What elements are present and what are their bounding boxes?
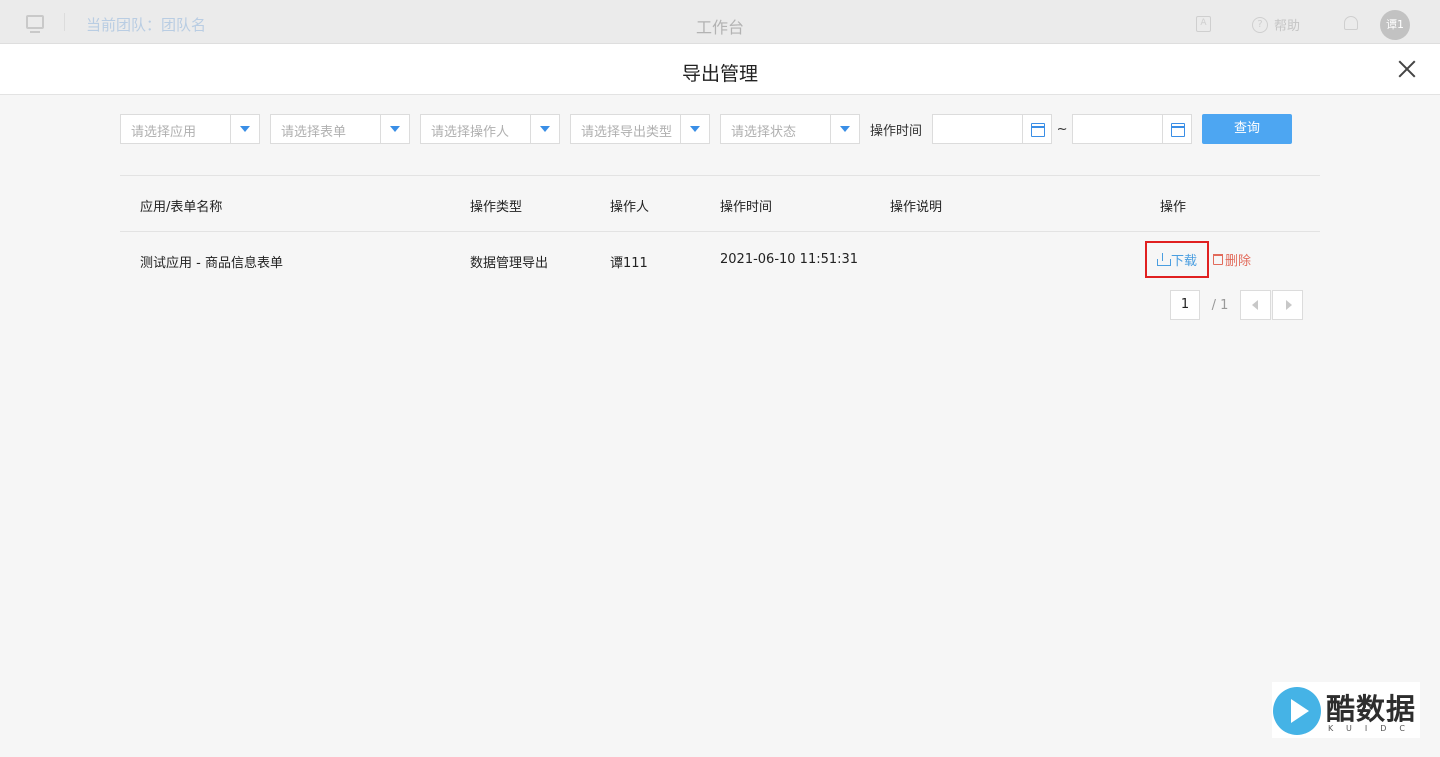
chevron-down-icon[interactable]	[230, 115, 259, 143]
watermark-sub: KUIDC	[1328, 724, 1418, 733]
operator-select-placeholder: 请选择操作人	[431, 125, 510, 140]
row-actions: 下载 删除	[1145, 241, 1251, 278]
page-input[interactable]: 1	[1170, 290, 1200, 320]
chevron-down-icon[interactable]	[530, 115, 559, 143]
next-page-button[interactable]	[1272, 290, 1303, 320]
chevron-down-icon[interactable]	[830, 115, 859, 143]
help-label: 帮助	[1274, 19, 1301, 34]
status-select-placeholder: 请选择状态	[731, 125, 797, 140]
header-name: 应用/表单名称	[140, 200, 223, 215]
modal-header: 导出管理	[0, 44, 1440, 95]
pagination: 1 / 1	[1170, 290, 1303, 320]
table-header: 应用/表单名称 操作类型 操作人 操作时间 操作说明 操作	[120, 176, 1320, 232]
filter-bar: 请选择应用 请选择表单 请选择操作人 请选择导出类型 请选择状态 操作时间 ~ …	[120, 114, 1293, 144]
brand-watermark: 酷数据 KUIDC	[1272, 682, 1420, 738]
calendar-icon[interactable]	[1022, 115, 1051, 143]
help-link[interactable]: ? 帮助	[1252, 15, 1300, 34]
export-type-select-placeholder: 请选择导出类型	[581, 125, 673, 140]
range-separator: ~	[1056, 121, 1068, 137]
app-select[interactable]: 请选择应用	[120, 114, 260, 144]
trash-icon	[1213, 254, 1223, 265]
workbench-title: 工作台	[695, 18, 744, 37]
page-total: / 1	[1211, 297, 1229, 313]
chevron-down-icon[interactable]	[680, 115, 709, 143]
document-icon[interactable]: A	[1196, 16, 1211, 32]
header-type: 操作类型	[470, 200, 523, 215]
header-operator: 操作人	[610, 200, 650, 215]
header-note: 操作说明	[890, 200, 943, 215]
export-table: 应用/表单名称 操作类型 操作人 操作时间 操作说明 操作 测试应用 - 商品信…	[120, 175, 1320, 288]
start-date-input[interactable]	[932, 114, 1053, 144]
close-icon[interactable]	[1396, 58, 1418, 80]
cell-operator: 谭111	[610, 256, 648, 271]
avatar[interactable]: 谭1	[1380, 10, 1410, 40]
question-icon: ?	[1252, 16, 1268, 33]
top-app-bar: 当前团队：团队名 工作台 A ? 帮助 谭1	[0, 0, 1440, 44]
download-button[interactable]: 下载	[1145, 241, 1209, 278]
calendar-icon[interactable]	[1162, 115, 1191, 143]
delete-label: 删除	[1225, 254, 1252, 269]
header-time: 操作时间	[720, 200, 773, 215]
form-select-placeholder: 请选择表单	[281, 125, 347, 140]
query-button[interactable]: 查询	[1202, 114, 1293, 144]
delete-button[interactable]: 删除	[1213, 250, 1251, 269]
modal-title: 导出管理	[681, 63, 758, 85]
table-row: 测试应用 - 商品信息表单 数据管理导出 谭111 2021-06-10 11:…	[120, 232, 1320, 288]
form-select[interactable]: 请选择表单	[270, 114, 410, 144]
bell-icon[interactable]	[1344, 16, 1358, 30]
chevron-down-icon[interactable]	[380, 115, 409, 143]
watermark-brand: 酷数据	[1326, 692, 1417, 726]
cell-type: 数据管理导出	[470, 256, 549, 271]
cell-time: 2021-06-10 11:51:31	[720, 252, 859, 267]
download-icon	[1156, 252, 1171, 266]
download-label: 下载	[1170, 254, 1197, 269]
prev-page-button[interactable]	[1240, 290, 1271, 320]
export-type-select[interactable]: 请选择导出类型	[570, 114, 710, 144]
app-select-placeholder: 请选择应用	[131, 125, 197, 140]
status-select[interactable]: 请选择状态	[720, 114, 860, 144]
time-label: 操作时间	[870, 123, 923, 139]
header-actions: 操作	[1160, 200, 1187, 215]
cell-name: 测试应用 - 商品信息表单	[140, 256, 283, 271]
operator-select[interactable]: 请选择操作人	[420, 114, 560, 144]
play-logo-icon	[1273, 687, 1321, 735]
end-date-input[interactable]	[1072, 114, 1193, 144]
